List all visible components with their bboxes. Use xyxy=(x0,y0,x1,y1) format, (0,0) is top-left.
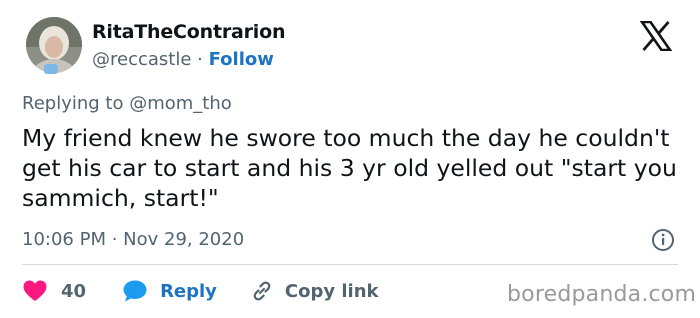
follow-button[interactable]: Follow xyxy=(209,49,274,70)
x-logo-icon[interactable] xyxy=(639,20,673,52)
info-icon[interactable] xyxy=(650,227,676,253)
heart-icon xyxy=(23,280,47,301)
action-bar: 40 Reply Copy link xyxy=(22,276,379,306)
like-count: 40 xyxy=(61,280,87,302)
replying-to: Replying to @mom_tho xyxy=(22,93,232,114)
divider xyxy=(22,264,678,265)
handle-separator: · xyxy=(191,49,209,70)
author-display-name[interactable]: RitaTheContrarion xyxy=(92,21,285,43)
like-button[interactable]: 40 xyxy=(22,279,122,303)
copy-link-label: Copy link xyxy=(284,280,379,302)
speech-bubble-icon xyxy=(123,280,147,302)
avatar-badge-icon xyxy=(44,64,58,74)
copy-link-button[interactable]: Copy link xyxy=(249,278,379,304)
tweet-text: My friend knew he swore too much the day… xyxy=(22,124,677,212)
reply-label: Reply xyxy=(160,280,217,302)
tweet-timestamp[interactable]: 10:06 PM · Nov 29, 2020 xyxy=(22,229,244,250)
watermark: boredpanda.com xyxy=(507,282,697,307)
author-handle-line: @reccastle · Follow xyxy=(92,49,274,70)
replying-to-label: Replying to xyxy=(22,93,130,114)
author-handle[interactable]: @reccastle xyxy=(92,49,191,70)
link-icon xyxy=(253,281,271,301)
replying-to-handle[interactable]: @mom_tho xyxy=(129,93,232,114)
reply-button[interactable]: Reply xyxy=(122,279,249,303)
